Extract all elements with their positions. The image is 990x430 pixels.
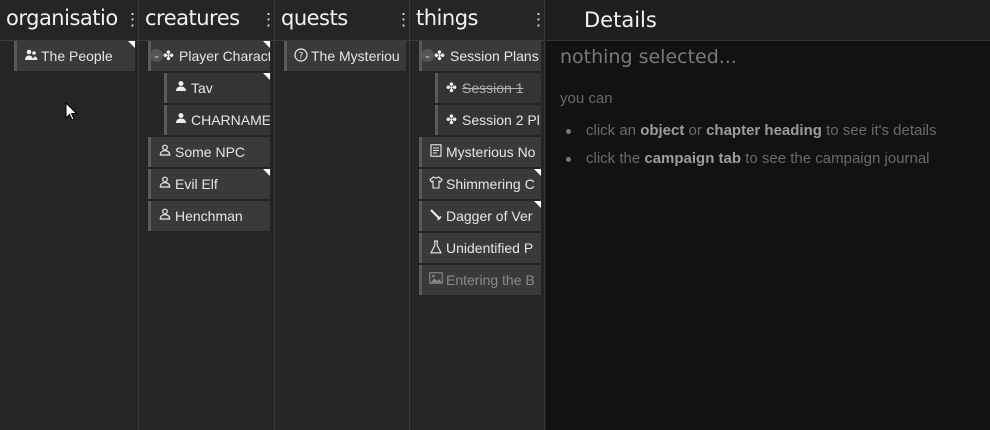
hint-text: click an [586, 122, 641, 139]
list-item-label: Dagger of Ver [446, 208, 533, 224]
column-header: creatures ⋮ [139, 0, 274, 41]
list-item[interactable]: Some NPC [148, 137, 270, 167]
list-item[interactable]: Dagger of Ver [419, 201, 541, 231]
column-quests: quests ⋮ ? The Mysteriou [275, 0, 410, 430]
column-creatures: creatures ⋮ ⌄ ✤ Player Charact Tav CHARN… [139, 0, 275, 430]
kebab-menu-icon[interactable]: ⋮ [260, 10, 274, 30]
bullet [566, 128, 571, 134]
person-outline-icon [157, 176, 172, 191]
list-item[interactable]: ✤ Session 2 Pl [435, 105, 541, 135]
list-item-label: Mysterious No [446, 144, 536, 160]
list-item-label: Unidentified P [446, 240, 534, 256]
corner-flag [263, 169, 270, 176]
hint-emphasis: object [640, 122, 685, 139]
details-title: Details [584, 8, 657, 32]
column-header: things ⋮ [410, 0, 544, 41]
details-panel: Details nothing selected... you can clic… [546, 0, 990, 430]
mouse-cursor-icon [65, 102, 78, 121]
list-item-label: The Mysteriou [311, 48, 400, 64]
hint-text: to see the campaign journal [741, 150, 930, 167]
list-item[interactable]: Tav [164, 73, 270, 103]
column-things: things ⋮ ⌄ ✤ Session Plans ✤ Session 1 ✤… [410, 0, 545, 430]
people-icon [23, 48, 38, 63]
hint-text: or [684, 122, 707, 139]
flask-icon [428, 240, 443, 255]
list-item-label: Henchman [175, 208, 243, 224]
hint-emphasis: campaign tab [644, 150, 742, 167]
column-header: organisatio ⋮ [0, 0, 138, 41]
empty-state-message: nothing selected... [560, 46, 737, 68]
list-item-label: Player Charact [179, 48, 270, 64]
corner-flag [263, 41, 270, 48]
list-item-label: Session Plans [450, 48, 539, 64]
list-item[interactable]: ? The Mysteriou [284, 41, 406, 71]
list-item-label: Shimmering C [446, 176, 535, 192]
corner-flag [263, 73, 270, 80]
question-circle-icon: ? [293, 48, 308, 63]
document-icon [428, 144, 443, 159]
list-item-label: Session 1 [462, 80, 524, 96]
list-item-label: Evil Elf [175, 176, 218, 192]
hint-text: click the [586, 150, 645, 167]
puzzle-icon: ✤ [446, 112, 457, 127]
person-outline-icon [157, 208, 172, 223]
list-item[interactable]: ⌄ ✤ Session Plans [419, 41, 541, 71]
list-item[interactable]: Evil Elf [148, 169, 270, 199]
column-title: things [416, 6, 478, 30]
list-item-label: Tav [191, 80, 213, 96]
corner-flag [128, 41, 135, 48]
corner-flag [534, 169, 541, 176]
list-item-label: Session 2 Pl [462, 112, 540, 128]
list-item[interactable]: Mysterious No [419, 137, 541, 167]
kebab-menu-icon[interactable]: ⋮ [124, 10, 138, 30]
hint-intro: you can [560, 90, 613, 107]
column-header: quests ⋮ [275, 0, 409, 41]
list-item[interactable]: Shimmering C [419, 169, 541, 199]
svg-text:?: ? [298, 52, 303, 62]
list-item[interactable]: CHARNAME [164, 105, 270, 135]
list-item[interactable]: Entering the B [419, 265, 541, 295]
hint-emphasis: chapter heading [706, 122, 822, 139]
list-item[interactable]: ✤ Session 1 [435, 73, 541, 103]
list-item-label: Entering the B [446, 272, 535, 288]
hint-campaign: click the campaign tab to see the campai… [566, 150, 930, 167]
column-organisations: organisatio ⋮ The People [0, 0, 139, 430]
list-item[interactable]: ⌄ ✤ Player Charact [148, 41, 270, 71]
list-item-label: The People [41, 48, 113, 64]
person-icon [173, 80, 188, 95]
hint-text: to see it's details [821, 122, 937, 139]
details-header: Details [546, 0, 990, 41]
list-item[interactable]: Unidentified P [419, 233, 541, 263]
column-title: organisatio [6, 6, 118, 30]
list-item[interactable]: Henchman [148, 201, 270, 231]
kebab-menu-icon[interactable]: ⋮ [530, 10, 544, 30]
person-outline-icon [157, 144, 172, 159]
column-title: creatures [145, 6, 240, 30]
list-item-label: Some NPC [175, 144, 246, 160]
image-icon [428, 272, 443, 287]
hint-object: click an object or chapter heading to se… [566, 122, 937, 139]
puzzle-icon: ✤ [446, 80, 457, 95]
list-item-label: CHARNAME [191, 112, 270, 128]
column-title: quests [281, 6, 348, 30]
puzzle-icon: ✤ [434, 48, 445, 63]
list-item[interactable]: The People [14, 41, 135, 71]
bullet [566, 156, 571, 162]
person-icon [173, 112, 188, 127]
kebab-menu-icon[interactable]: ⋮ [395, 10, 409, 30]
puzzle-icon: ✤ [163, 48, 174, 63]
shirt-icon [428, 176, 443, 191]
corner-flag [534, 201, 541, 208]
dagger-icon [428, 208, 443, 223]
